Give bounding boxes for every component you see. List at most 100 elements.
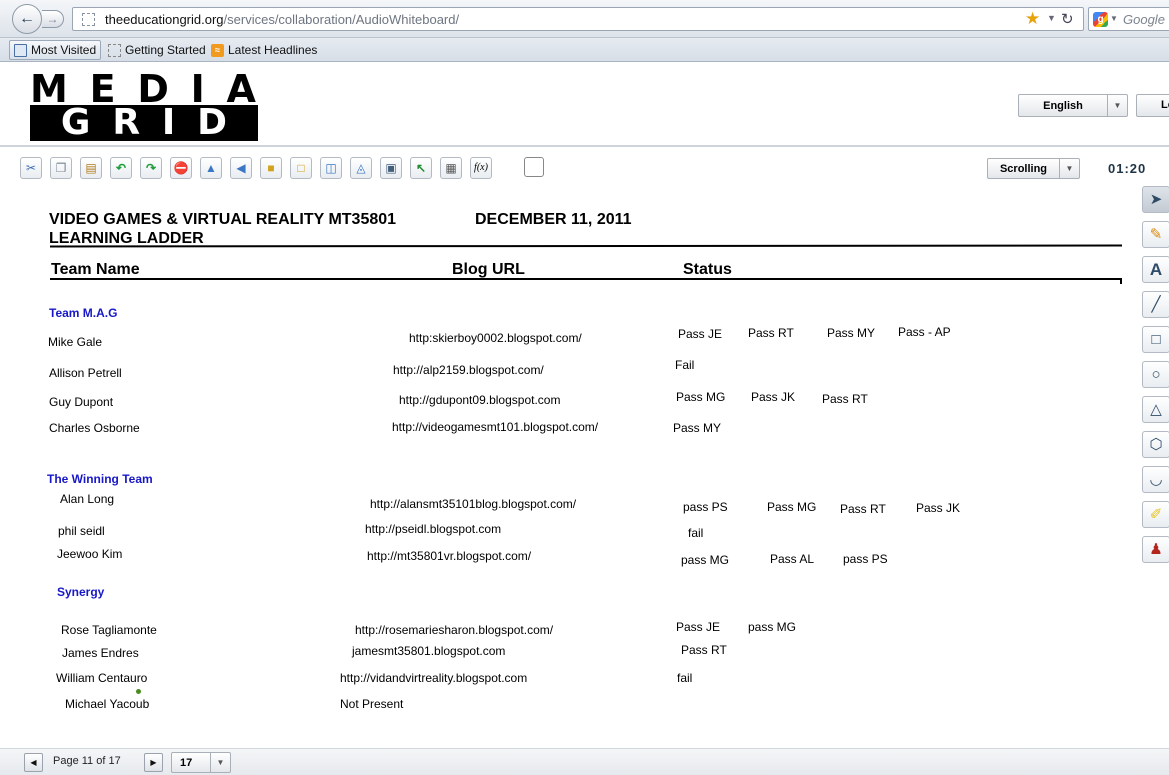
page-select[interactable]: 17 ▼ [171,752,231,773]
pointer-arrow-icon[interactable]: ↖ [410,157,432,179]
back-button[interactable]: ← [12,4,42,34]
document-title: VIDEO GAMES & VIRTUAL REALITY MT35801 [49,211,397,228]
member-status: Pass JE [678,327,723,341]
paste-icon[interactable]: ▤ [80,157,102,179]
bookmark-latest-headlines[interactable]: ≈ Latest Headlines [207,40,321,60]
page-icon [108,43,121,57]
bookmark-getting-started[interactable]: Getting Started [104,40,210,60]
team-heading: Team M.A.G [49,306,118,320]
member-name: William Centauro [56,671,148,685]
member-name: Allison Petrell [49,366,122,380]
stamp-icon[interactable]: ♟ [1142,536,1169,563]
reload-icon[interactable]: ↻ [1061,10,1074,28]
member-blog-url: http://gdupont09.blogspot.com [399,393,561,407]
cut-icon[interactable]: ✂ [20,157,42,179]
flip-icon[interactable]: ▲ [200,157,222,179]
undo-icon[interactable]: ↶ [110,157,132,179]
folder-icon [14,43,27,57]
app-header: MEDIA GRID English ▼ Lo [0,63,1169,147]
circle-icon[interactable]: ○ [1142,361,1169,388]
whiteboard-toolbar: ✂ ❐ ▤ ↶ ↷ ⛔ ▲ ◀ ■ □ ◫ ◬ ▣ ↖ ▦ f(x) Scrol… [0,152,1169,186]
member-status: Pass RT [840,502,886,516]
header-divider-tick [1120,278,1122,284]
line-icon[interactable]: ╱ [1142,291,1169,318]
member-status: Pass JK [751,390,796,404]
member-blog-url: http://alansmt35101blog.blogspot.com/ [370,497,577,511]
history-dropdown-icon[interactable]: ▼ [1047,13,1056,23]
member-blog-url: http://mt35801vr.blogspot.com/ [367,549,532,563]
bookmark-star-icon[interactable]: ★ [1025,9,1040,29]
member-blog-url: http:skierboy0002.blogspot.com/ [409,331,582,345]
background-icon[interactable] [524,157,544,177]
member-status: Pass JK [916,501,961,515]
member-name: phil seidl [58,524,105,538]
language-select[interactable]: English ▼ [1018,94,1128,117]
member-status: fail [688,526,704,540]
grid-icon[interactable]: ▦ [440,157,462,179]
chevron-down-icon: ▼ [1059,159,1079,178]
pencil-icon[interactable]: ✎ [1142,221,1169,248]
delete-icon[interactable]: ⛔ [170,157,192,179]
highlighter-icon[interactable]: ✐ [1142,501,1169,528]
scroll-mode-select[interactable]: Scrolling ▼ [987,158,1080,179]
back-arrow-icon: ← [19,10,35,27]
rss-icon: ≈ [211,43,224,57]
chevron-down-icon: ▼ [1107,95,1127,116]
rectangle-icon[interactable]: □ [1142,326,1169,353]
back-icon[interactable]: ◀ [230,157,252,179]
search-engine-dropdown-icon[interactable]: ▼ [1110,14,1118,23]
document-date: DECEMBER 11, 2011 [475,211,632,228]
unlock-icon[interactable]: □ [290,157,312,179]
prev-page-button[interactable]: ◀ [24,753,43,772]
member-status: Pass - AP [898,325,951,339]
member-name: Guy Dupont [49,395,114,409]
google-icon[interactable]: g [1093,12,1108,27]
lock-icon[interactable]: ■ [260,157,282,179]
column-header-team: Team Name [51,261,140,278]
forward-button[interactable]: → [42,10,64,28]
hexagon-icon[interactable]: ⬡ [1142,431,1169,458]
whiteboard-canvas[interactable]: VIDEO GAMES & VIRTUAL REALITY MT35801 DE… [0,190,1138,748]
member-status: Pass RT [822,392,868,406]
column-header-status: Status [683,261,732,278]
page-navigator: ◀ Page 11 of 17 ▶ 17 ▼ [0,748,1169,775]
member-blog-url: http://pseidl.blogspot.com [365,522,502,536]
copy-icon[interactable]: ❐ [50,157,72,179]
header-divider [50,278,1122,280]
logout-button[interactable]: Lo [1136,94,1169,117]
formula-icon[interactable]: f(x) [470,157,492,179]
browser-nav-bar: ← → theeducationgrid.org/services/collab… [0,0,1169,38]
member-status: pass MG [681,553,730,567]
member-status: Pass AL [770,552,815,566]
member-name: Jeewoo Kim [57,547,123,561]
member-status: Pass MG [676,390,726,404]
page-indicator: Page 11 of 17 [53,755,121,767]
import-icon[interactable]: ◫ [320,157,342,179]
member-status: Pass RT [748,326,794,340]
team-heading: Synergy [57,585,105,599]
screenshot-icon[interactable]: ▣ [380,157,402,179]
member-blog-url: http://videogamesmt101.blogspot.com/ [392,420,599,434]
next-page-button[interactable]: ▶ [144,753,163,772]
chevron-left-icon: ◀ [30,758,37,767]
bookmarks-bar: Most Visited Getting Started ≈ Latest He… [0,38,1169,62]
column-header-blog: Blog URL [452,261,525,278]
export-icon[interactable]: ◬ [350,157,372,179]
member-blog-url: jamesmt35801.blogspot.com [352,644,506,658]
search-box[interactable]: g ▼ Google [1088,7,1169,31]
eraser-icon[interactable]: ◡ [1142,466,1169,493]
member-status: pass PS [843,552,888,566]
member-blog-url: Not Present [340,697,404,711]
bookmark-most-visited[interactable]: Most Visited [9,40,102,60]
member-blog-url: http://vidandvirtreality.blogspot.com [340,671,528,685]
triangle-icon[interactable]: △ [1142,396,1169,423]
address-bar[interactable]: theeducationgrid.org/services/collaborat… [72,7,1084,31]
redo-icon[interactable]: ↷ [140,157,162,179]
site-identity-icon[interactable] [82,13,95,26]
url-text[interactable]: theeducationgrid.org/services/collaborat… [105,12,459,27]
member-status: Pass MY [827,326,876,340]
text-icon[interactable]: A [1142,256,1169,283]
member-status: Pass MG [767,500,817,514]
select-icon[interactable]: ➤ [1142,186,1169,213]
media-grid-logo: MEDIA GRID [30,67,258,143]
